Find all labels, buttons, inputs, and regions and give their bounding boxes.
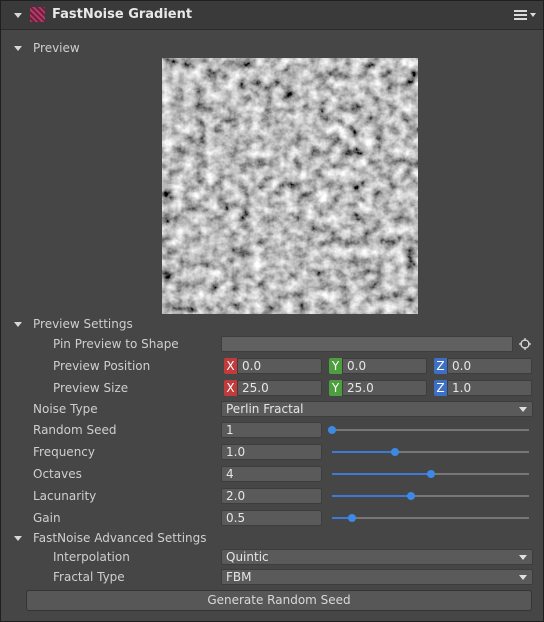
slider-handle[interactable]: [426, 470, 435, 478]
random-seed-label: Random Seed: [33, 423, 117, 437]
advanced-settings-section-label[interactable]: FastNoise Advanced Settings: [33, 531, 207, 545]
octaves-label: Octaves: [33, 467, 82, 481]
frequency-field[interactable]: 1.0: [221, 444, 322, 460]
preview-settings-arrow-icon[interactable]: [14, 322, 22, 327]
random-seed-slider[interactable]: [328, 426, 529, 434]
fractal-type-dropdown[interactable]: FBM: [221, 569, 533, 585]
interpolation-label: Interpolation: [53, 550, 130, 564]
advanced-settings-arrow-icon[interactable]: [14, 536, 22, 541]
interpolation-dropdown[interactable]: Quintic: [221, 549, 533, 565]
fastnoise-component-icon: [30, 7, 45, 22]
frequency-slider[interactable]: [332, 448, 529, 456]
fractal-type-label: Fractal Type: [53, 570, 125, 584]
generate-random-seed-button[interactable]: Generate Random Seed: [26, 590, 532, 611]
noise-type-dropdown[interactable]: Perlin Fractal: [221, 401, 533, 417]
noise-preview-image: [162, 58, 418, 314]
slider-handle[interactable]: [406, 492, 415, 500]
preview-size-label: Preview Size: [53, 381, 129, 395]
component-title: FastNoise Gradient: [52, 7, 193, 22]
slider-handle[interactable]: [347, 514, 356, 522]
component-header[interactable]: FastNoise Gradient: [1, 1, 543, 30]
size-y-field[interactable]: 25.0: [342, 380, 427, 396]
entity-picker-target-icon[interactable]: [519, 338, 531, 350]
chevron-down-icon: [519, 555, 527, 560]
position-x-axis-label: X: [224, 358, 237, 374]
chevron-down-icon: [519, 407, 527, 412]
gain-label: Gain: [33, 511, 61, 525]
fractal-type-value: FBM: [226, 570, 252, 584]
frequency-label: Frequency: [33, 445, 95, 459]
slider-handle[interactable]: [391, 448, 400, 456]
random-seed-field[interactable]: 1: [221, 422, 322, 438]
octaves-slider[interactable]: [332, 470, 529, 478]
lacunarity-field[interactable]: 2.0: [221, 488, 322, 504]
position-z-axis-label: Z: [434, 358, 447, 374]
collapse-header-arrow-icon[interactable]: [14, 13, 22, 18]
position-z-field[interactable]: 0.0: [447, 358, 532, 374]
noise-type-value: Perlin Fractal: [226, 402, 304, 416]
interpolation-value: Quintic: [226, 550, 269, 564]
preview-section-arrow-icon[interactable]: [14, 46, 22, 51]
lacunarity-label: Lacunarity: [33, 489, 97, 503]
chevron-down-icon: [519, 575, 527, 580]
pin-preview-label: Pin Preview to Shape: [53, 337, 179, 351]
size-z-axis-label: Z: [434, 380, 447, 396]
gain-field[interactable]: 0.5: [221, 510, 322, 526]
size-y-axis-label: Y: [329, 380, 342, 396]
hamburger-menu-icon[interactable]: [512, 7, 536, 23]
slider-handle[interactable]: [328, 426, 336, 434]
position-y-axis-label: Y: [329, 358, 342, 374]
position-x-field[interactable]: 0.0: [237, 358, 322, 374]
position-y-field[interactable]: 0.0: [342, 358, 427, 374]
fastnoise-gradient-panel: FastNoise Gradient Preview Preview Setti…: [0, 0, 544, 622]
preview-settings-section-label[interactable]: Preview Settings: [33, 317, 133, 331]
lacunarity-slider[interactable]: [332, 492, 529, 500]
size-x-axis-label: X: [224, 380, 237, 396]
preview-position-label: Preview Position: [53, 359, 151, 373]
noise-type-label: Noise Type: [33, 402, 98, 416]
octaves-field[interactable]: 4: [221, 466, 322, 482]
preview-section-label[interactable]: Preview: [33, 41, 80, 55]
size-z-field[interactable]: 1.0: [447, 380, 532, 396]
pin-preview-field[interactable]: [221, 336, 513, 352]
gain-slider[interactable]: [332, 514, 529, 522]
size-x-field[interactable]: 25.0: [237, 380, 322, 396]
